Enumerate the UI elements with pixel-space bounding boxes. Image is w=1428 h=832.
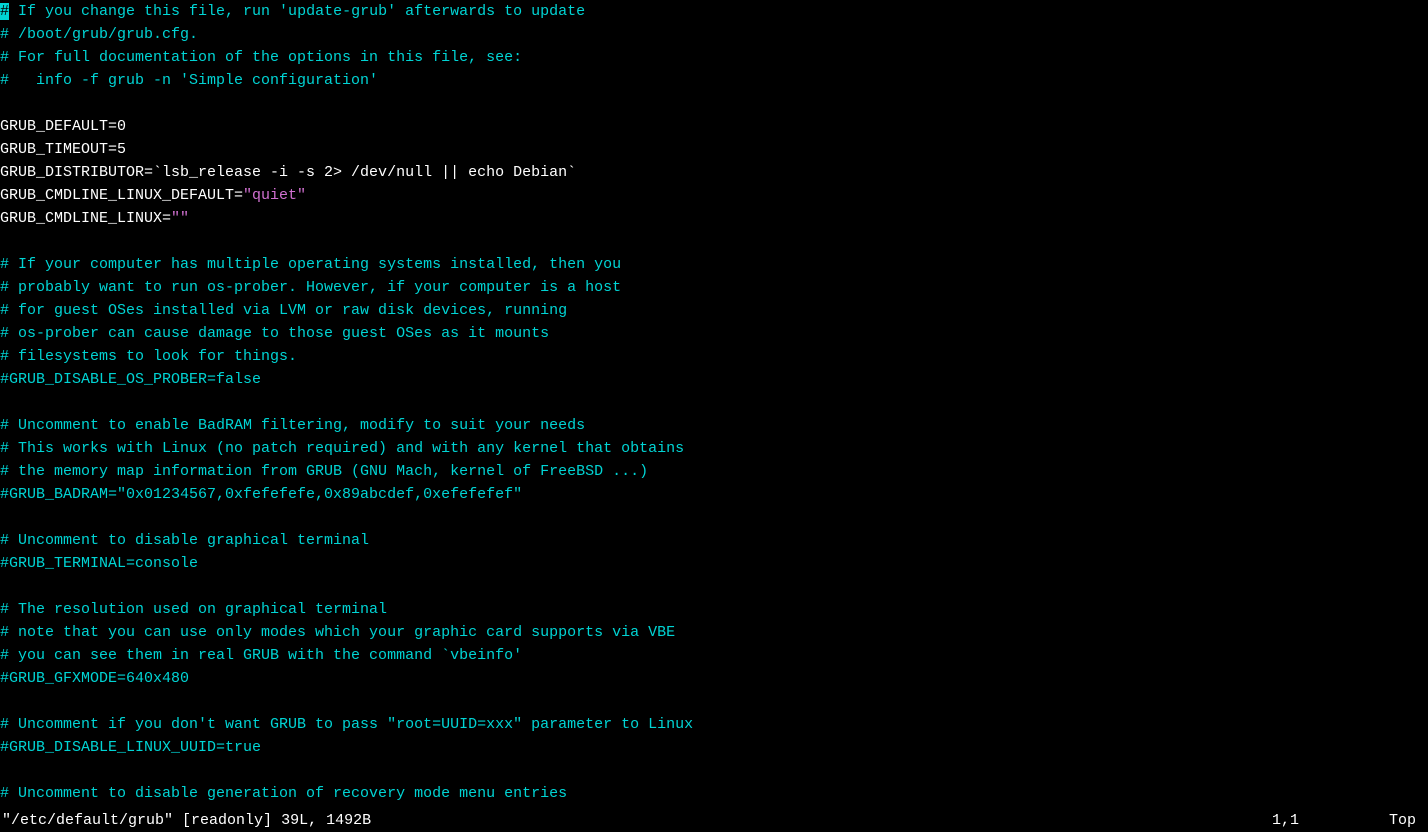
status-right: 1,1 Top [1272,809,1426,832]
editor-line[interactable]: GRUB_DEFAULT=0 [0,115,1428,138]
editor-line[interactable] [0,690,1428,713]
editor-line[interactable]: #GRUB_BADRAM="0x01234567,0xfefefefe,0x89… [0,483,1428,506]
code-segment: # For full documentation of the options … [0,49,522,66]
code-segment: GRUB_DEFAULT=0 [0,118,126,135]
editor-line[interactable]: # /boot/grub/grub.cfg. [0,23,1428,46]
editor-line[interactable]: # For full documentation of the options … [0,46,1428,69]
code-segment: # for guest OSes installed via LVM or ra… [0,302,567,319]
code-segment: GRUB_CMDLINE_LINUX_DEFAULT= [0,187,243,204]
editor-line[interactable]: #GRUB_DISABLE_OS_PROBER=false [0,368,1428,391]
editor-line[interactable]: # for guest OSes installed via LVM or ra… [0,299,1428,322]
code-segment: # Uncomment to enable BadRAM filtering, … [0,417,585,434]
editor-line[interactable] [0,230,1428,253]
code-segment: # If your computer has multiple operatin… [0,256,621,273]
editor-line[interactable]: # filesystems to look for things. [0,345,1428,368]
editor-line[interactable]: # If you change this file, run 'update-g… [0,0,1428,23]
status-filename: "/etc/default/grub" [2,812,173,829]
code-segment: # the memory map information from GRUB (… [0,463,648,480]
code-segment: #GRUB_DISABLE_OS_PROBER=false [0,371,261,388]
status-cursor-position: 1,1 [1272,809,1299,832]
editor-line[interactable]: # the memory map information from GRUB (… [0,460,1428,483]
editor-line[interactable]: # The resolution used on graphical termi… [0,598,1428,621]
code-segment: # Uncomment if you don't want GRUB to pa… [0,716,693,733]
editor-line[interactable]: # Uncomment to disable graphical termina… [0,529,1428,552]
code-segment: #GRUB_BADRAM="0x01234567,0xfefefefe,0x89… [0,486,522,503]
code-segment: # you can see them in real GRUB with the… [0,647,522,664]
code-segment: # Uncomment to disable generation of rec… [0,785,567,802]
editor-line[interactable]: GRUB_TIMEOUT=5 [0,138,1428,161]
editor-line[interactable]: #GRUB_GFXMODE=640x480 [0,667,1428,690]
editor-line[interactable]: GRUB_DISTRIBUTOR=`lsb_release -i -s 2> /… [0,161,1428,184]
code-segment: #GRUB_DISABLE_LINUX_UUID=true [0,739,261,756]
code-segment: GRUB_DISTRIBUTOR=`lsb_release -i -s 2> /… [0,164,576,181]
code-segment: # /boot/grub/grub.cfg. [0,26,198,43]
editor-line[interactable]: GRUB_CMDLINE_LINUX="" [0,207,1428,230]
editor-line[interactable]: # note that you can use only modes which… [0,621,1428,644]
status-bar: "/etc/default/grub" [readonly] 39L, 1492… [0,809,1428,832]
editor-line[interactable]: GRUB_CMDLINE_LINUX_DEFAULT="quiet" [0,184,1428,207]
editor-line[interactable]: # Uncomment to enable BadRAM filtering, … [0,414,1428,437]
editor-line[interactable]: # probably want to run os-prober. Howeve… [0,276,1428,299]
editor-line[interactable]: # If your computer has multiple operatin… [0,253,1428,276]
editor-line[interactable]: # Uncomment if you don't want GRUB to pa… [0,713,1428,736]
editor-line[interactable]: #GRUB_DISABLE_LINUX_UUID=true [0,736,1428,759]
code-segment: # filesystems to look for things. [0,348,297,365]
code-segment: # note that you can use only modes which… [0,624,675,641]
code-segment: # info -f grub -n 'Simple configuration' [0,72,378,89]
editor-line[interactable]: # you can see them in real GRUB with the… [0,644,1428,667]
editor-line[interactable]: # info -f grub -n 'Simple configuration' [0,69,1428,92]
editor-line[interactable] [0,391,1428,414]
editor-content[interactable]: # If you change this file, run 'update-g… [0,0,1428,805]
status-scroll-position: Top [1389,809,1416,832]
code-segment: #GRUB_GFXMODE=640x480 [0,670,189,687]
code-segment: GRUB_TIMEOUT=5 [0,141,126,158]
code-segment: GRUB_CMDLINE_LINUX= [0,210,171,227]
editor-line[interactable]: #GRUB_TERMINAL=console [0,552,1428,575]
status-left: "/etc/default/grub" [readonly] 39L, 1492… [2,809,371,832]
status-readonly: [readonly] [182,812,272,829]
editor-line[interactable]: # This works with Linux (no patch requir… [0,437,1428,460]
editor-line[interactable] [0,92,1428,115]
code-segment: # os-prober can cause damage to those gu… [0,325,549,342]
editor-line[interactable]: # os-prober can cause damage to those gu… [0,322,1428,345]
code-segment: # [0,3,9,20]
code-segment: # This works with Linux (no patch requir… [0,440,684,457]
editor-line[interactable] [0,759,1428,782]
code-segment: "" [171,210,189,227]
editor-line[interactable] [0,575,1428,598]
code-segment: If you change this file, run 'update-gru… [9,3,585,20]
code-segment: "quiet" [243,187,306,204]
code-segment: # The resolution used on graphical termi… [0,601,387,618]
code-segment: #GRUB_TERMINAL=console [0,555,198,572]
editor-line[interactable]: # Uncomment to disable generation of rec… [0,782,1428,805]
code-segment: # probably want to run os-prober. Howeve… [0,279,621,296]
status-file-stats: 39L, 1492B [281,812,371,829]
editor-line[interactable] [0,506,1428,529]
code-segment: # Uncomment to disable graphical termina… [0,532,369,549]
